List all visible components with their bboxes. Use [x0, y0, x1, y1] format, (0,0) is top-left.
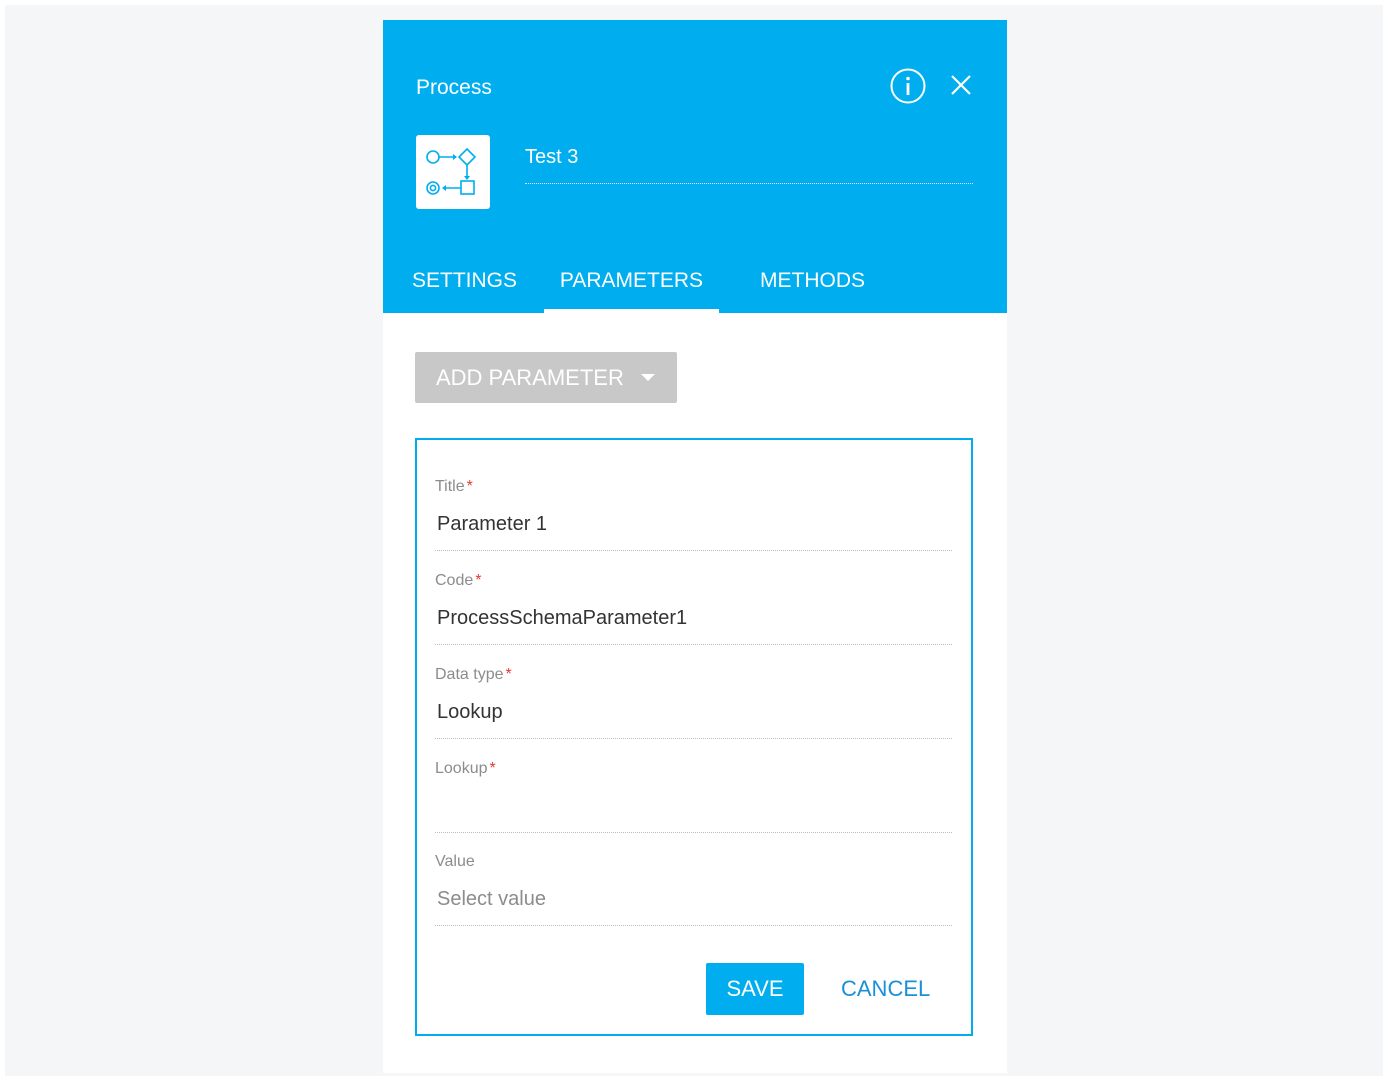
parameter-form: Title * Parameter 1 Code * ProcessSchemaPa… — [415, 438, 973, 1036]
process-name-field[interactable]: Test 3 — [525, 143, 973, 184]
code-label-text: Code — [435, 572, 474, 589]
caret-down-icon — [641, 374, 655, 381]
data-type-value: Lookup — [437, 701, 503, 723]
add-parameter-button[interactable]: ADD PARAMETER — [415, 352, 677, 403]
tab-settings[interactable]: SETTINGS — [412, 260, 518, 313]
panel-title: Process — [416, 76, 492, 99]
required-marker: * — [475, 572, 482, 589]
add-parameter-label: ADD PARAMETER — [436, 365, 624, 390]
lookup-label-text: Lookup — [435, 760, 488, 777]
required-marker: * — [489, 760, 496, 777]
data-type-label-text: Data type — [435, 666, 504, 683]
process-panel: Process Test 3 SETTINGS PARAMETERS METHO… — [383, 20, 1007, 1073]
save-button[interactable]: SAVE — [706, 963, 804, 1015]
code-label: Code * — [435, 571, 481, 591]
field-underline — [435, 644, 952, 645]
process-name-value: Test 3 — [525, 146, 579, 168]
required-marker: * — [466, 478, 473, 495]
active-tab-indicator — [544, 309, 719, 313]
value-label: Value — [435, 852, 475, 872]
close-icon[interactable] — [948, 72, 974, 98]
field-underline — [435, 832, 952, 833]
required-marker: * — [505, 666, 512, 683]
field-underline — [435, 925, 952, 926]
info-icon[interactable] — [889, 67, 927, 105]
cancel-button[interactable]: CANCEL — [841, 963, 930, 1015]
title-label: Title * — [435, 477, 473, 497]
field-underline — [435, 550, 952, 551]
title-value: Parameter 1 — [437, 513, 548, 535]
code-value: ProcessSchemaParameter1 — [437, 607, 688, 629]
tab-methods[interactable]: METHODS — [760, 260, 872, 313]
value-label-text: Value — [435, 853, 475, 870]
lookup-label: Lookup * — [435, 759, 496, 779]
tab-parameters[interactable]: PARAMETERS — [544, 260, 719, 313]
field-underline — [435, 738, 952, 739]
process-diagram-icon — [416, 135, 490, 209]
data-type-label: Data type * — [435, 665, 512, 685]
title-label-text: Title — [435, 478, 465, 495]
tab-bar: SETTINGS PARAMETERS METHODS — [383, 260, 1007, 313]
panel-header: Process Test 3 SETTINGS PARAMETERS METHO… — [383, 20, 1007, 313]
value-placeholder: Select value — [437, 888, 546, 910]
